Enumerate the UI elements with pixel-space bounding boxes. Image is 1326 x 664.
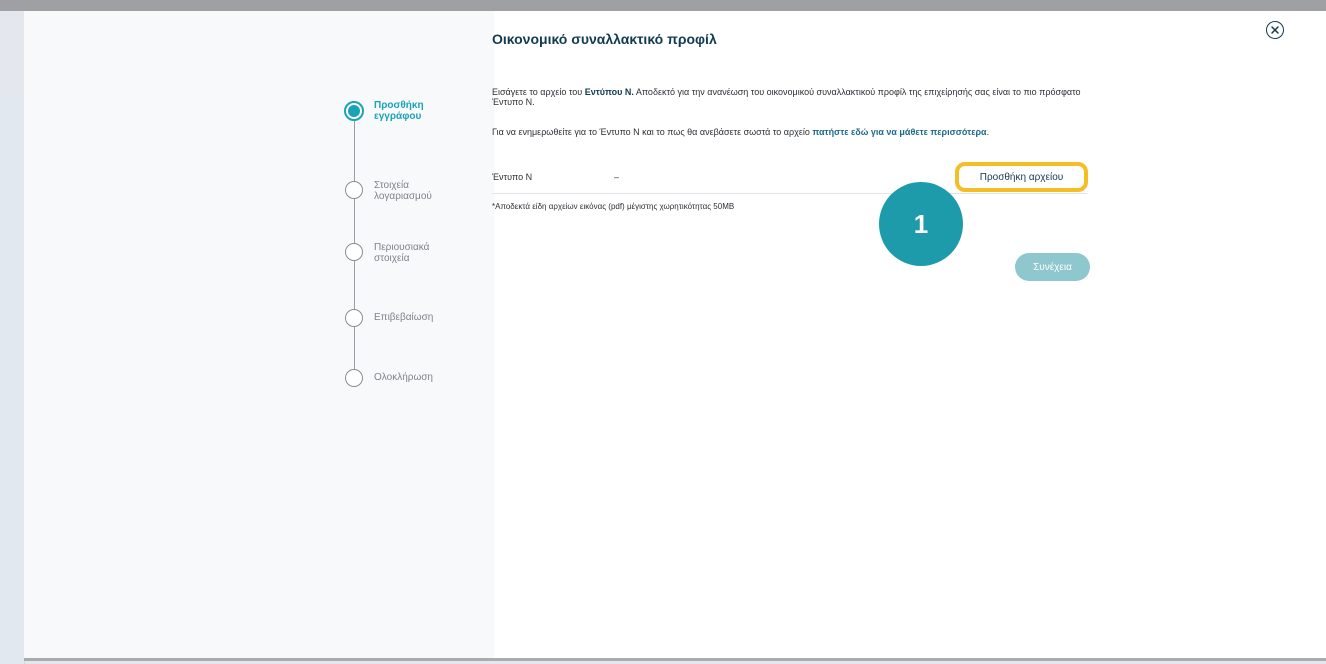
modal-bottom-border: [24, 658, 1326, 661]
step-assets[interactable]: Περιουσιακά στοιχεία: [345, 242, 464, 264]
page-title: Οικονομικό συναλλακτικό προφίλ: [492, 31, 717, 47]
top-bar: [0, 0, 1326, 11]
row-divider: [492, 193, 1087, 194]
step-label: Ολοκλήρωση: [374, 372, 433, 383]
intro-text: Εισάγετε το αρχείο του Εντύπου Ν. Αποδεκ…: [492, 87, 1081, 107]
step-add-document[interactable]: Προσθήκη εγγράφου: [344, 100, 464, 122]
modal-dialog: Προσθήκη εγγράφου Στοιχεία λογαριασμού Π…: [24, 11, 1326, 661]
continue-button[interactable]: Συνέχεια: [1015, 253, 1090, 281]
annotation-badge: 1: [879, 182, 963, 266]
stepper-panel: Προσθήκη εγγράφου Στοιχεία λογαριασμού Π…: [24, 11, 494, 661]
file-note: *Αποδεκτά είδη αρχείων εικόνας (pdf) μέγ…: [492, 202, 735, 211]
step-label: Στοιχεία λογαριασμού: [374, 180, 432, 202]
step-label: Περιουσιακά στοιχεία: [374, 242, 430, 264]
info-text: Για να ενημερωθείτε για το Έντυπο Ν και …: [492, 127, 990, 137]
close-button[interactable]: [1266, 21, 1284, 39]
step-circle-icon: [345, 309, 363, 327]
step-circle-icon: [345, 243, 363, 261]
step-label: Προσθήκη εγγράφου: [374, 100, 424, 122]
close-icon: [1271, 26, 1279, 34]
file-row-label: Έντυπο Ν: [492, 172, 533, 182]
step-circle-icon: [345, 181, 363, 199]
add-file-button[interactable]: Προσθήκη αρχείου: [955, 162, 1088, 192]
background-sidebar: [0, 95, 25, 664]
learn-more-link[interactable]: πατήστε εδώ για να μάθετε περισσότερα: [812, 127, 986, 137]
step-active-icon: [344, 101, 364, 121]
intro-bold: Εντύπου Ν.: [584, 87, 634, 97]
step-circle-icon: [345, 369, 363, 387]
file-row-value: –: [614, 172, 620, 182]
step-confirmation[interactable]: Επιβεβαίωση: [345, 309, 464, 327]
step-completion[interactable]: Ολοκλήρωση: [345, 369, 464, 387]
step-account-details[interactable]: Στοιχεία λογαριασμού: [345, 180, 464, 202]
step-label: Επιβεβαίωση: [374, 312, 434, 323]
